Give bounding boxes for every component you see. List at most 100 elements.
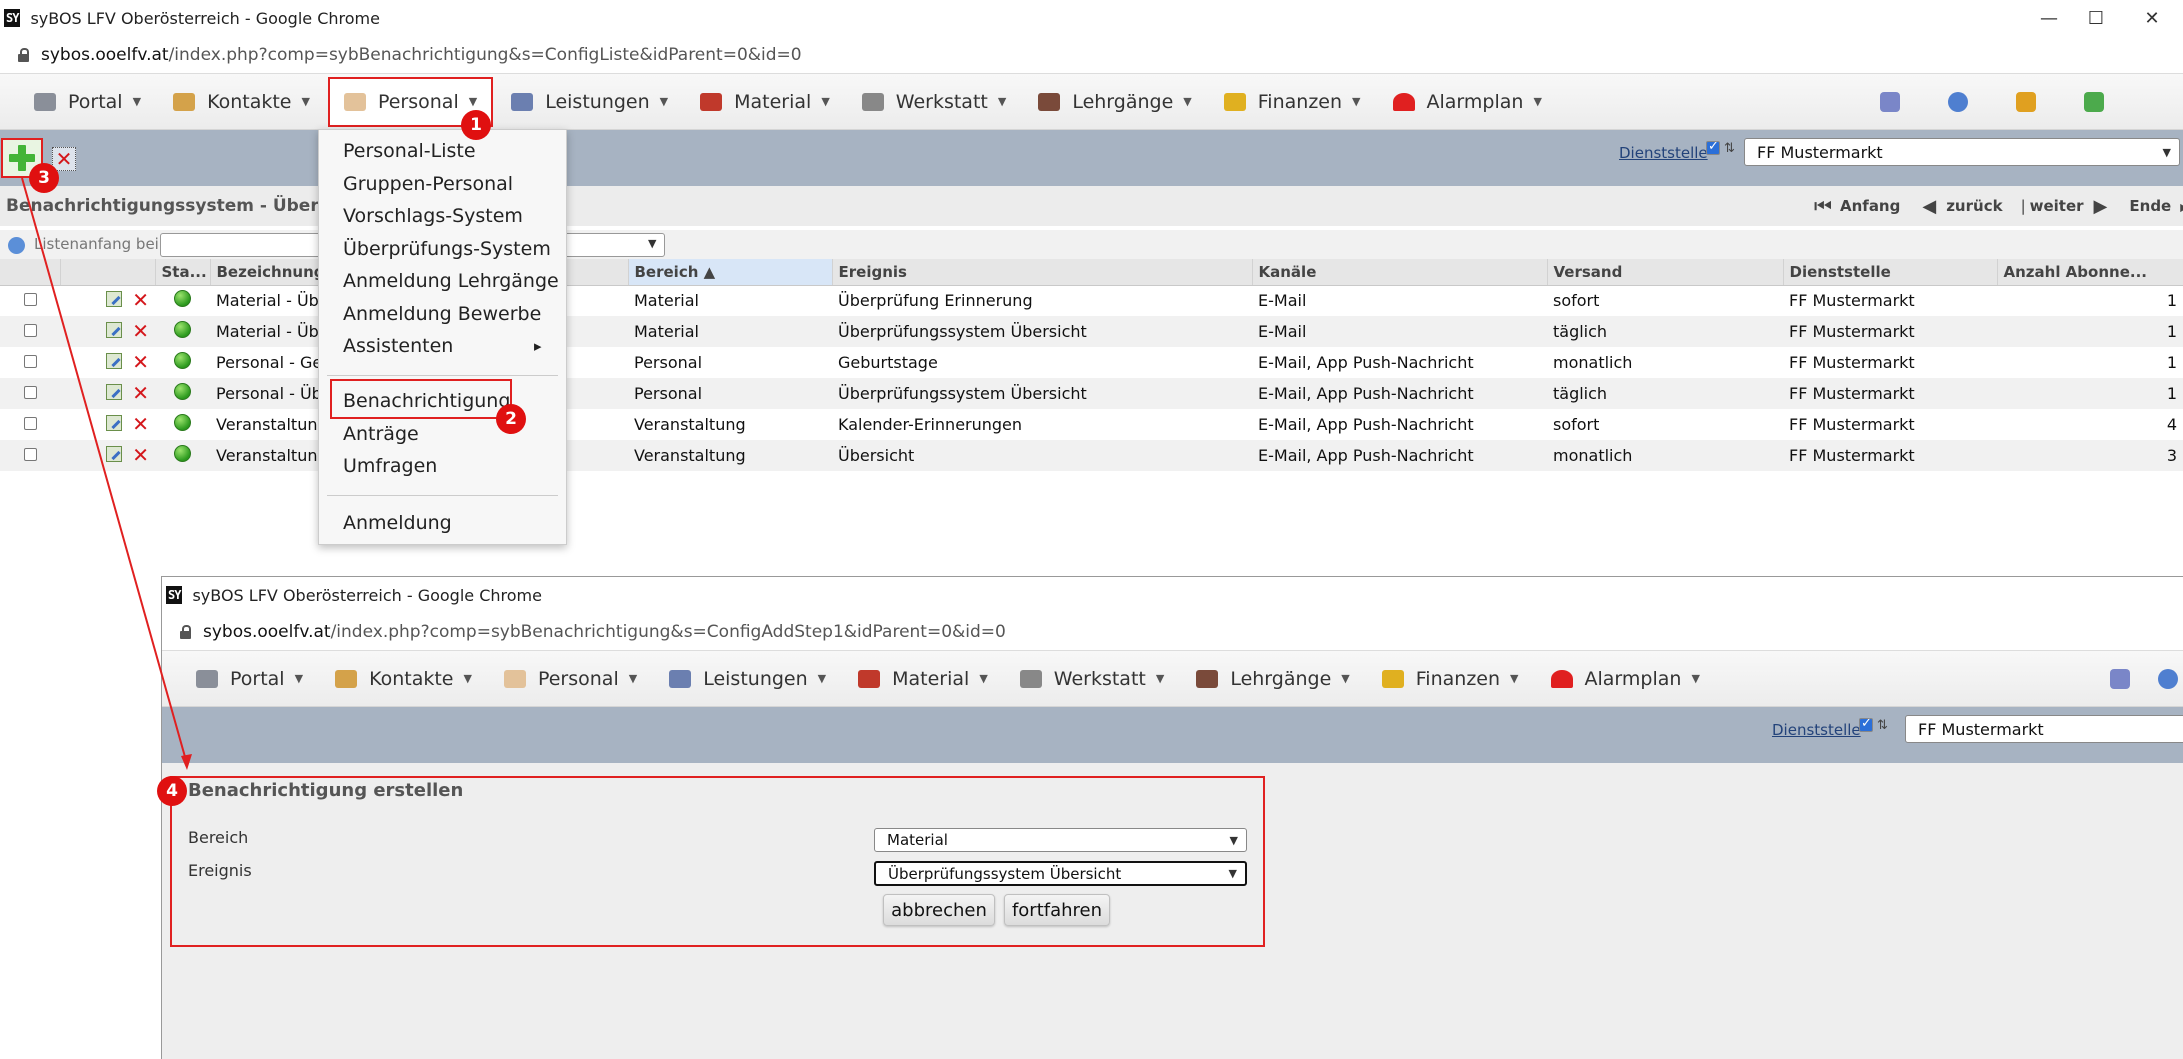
delete-icon[interactable]: ✕ <box>132 321 149 341</box>
logout-icon[interactable] <box>2084 92 2104 112</box>
nav-alarmplan[interactable]: Alarmplan ▼ <box>1379 77 1556 127</box>
edit-icon[interactable] <box>106 383 123 400</box>
status-active-icon <box>174 321 191 338</box>
maximize-button[interactable]: ☐ <box>2065 0 2127 36</box>
delete-icon[interactable]: ✕ <box>132 290 149 310</box>
nav-alarmplan[interactable]: Alarmplan ▼ <box>1537 654 1714 704</box>
nav-kontakte[interactable]: Kontakte ▼ <box>321 654 486 704</box>
network-icon[interactable] <box>2110 669 2130 689</box>
first-page-icon[interactable]: ⏮ <box>1814 194 1832 218</box>
dienststelle-value: FF Mustermarkt <box>1918 719 2044 739</box>
menu-item-gruppen-personal[interactable]: Gruppen-Personal <box>343 173 513 195</box>
nav-leistungen[interactable]: Leistungen ▼ <box>497 77 682 127</box>
row-checkbox[interactable] <box>23 324 37 337</box>
col-status[interactable]: Sta... <box>155 259 211 286</box>
dienststelle-select[interactable]: FF Mustermarkt <box>1905 715 2183 743</box>
menu-item-vorschlags-system[interactable]: Vorschlags-System <box>343 205 523 227</box>
edit-icon[interactable] <box>106 290 123 307</box>
nav-personal[interactable]: Personal ▼ <box>490 654 651 704</box>
nav-werkstatt[interactable]: Werkstatt ▼ <box>848 77 1021 127</box>
sybos-logo: SY <box>4 9 21 27</box>
pager-next[interactable]: weiter <box>2030 197 2084 215</box>
col-versand[interactable]: Versand <box>1547 259 1784 286</box>
row-checkbox[interactable] <box>23 448 37 461</box>
nav-portal[interactable]: Portal ▼ <box>182 654 317 704</box>
last-page-icon[interactable]: ⏭ <box>2179 194 2183 218</box>
chevron-down-icon: ▼ <box>979 672 988 685</box>
row-checkbox[interactable] <box>23 355 37 368</box>
nav-label: Personal <box>537 667 619 690</box>
delete-icon[interactable]: ✕ <box>132 445 149 465</box>
menu-item-anmeldung-lehrgaenge[interactable]: Anmeldung Lehrgänge <box>343 270 559 292</box>
nav-kontakte[interactable]: Kontakte ▼ <box>159 77 324 127</box>
edit-icon[interactable] <box>106 414 123 431</box>
delete-icon[interactable]: ✕ <box>132 414 149 434</box>
delete-button[interactable]: ✕ <box>52 147 76 171</box>
cell-versand: täglich <box>1547 378 1783 409</box>
tree-icon[interactable]: ⇅ <box>1724 141 1735 156</box>
url-host: sybos.ooelfv.at <box>41 44 169 65</box>
money-icon <box>1381 669 1404 688</box>
address-bar[interactable]: sybos.ooelfv.at/index.php?comp=sybBenach… <box>0 36 2183 74</box>
dienststelle-link[interactable]: Dienststelle <box>1619 144 1708 162</box>
step-badge-4: 4 <box>157 776 187 806</box>
person-icon <box>503 669 526 688</box>
delete-icon[interactable]: ✕ <box>132 352 149 372</box>
chevron-down-icon: ▼ <box>1691 672 1700 685</box>
help-icon[interactable] <box>8 237 25 254</box>
info-icon[interactable] <box>2158 669 2178 689</box>
col-kanaele[interactable]: Kanäle <box>1252 259 1548 286</box>
tree-icon[interactable]: ⇅ <box>1877 718 1888 733</box>
nav-portal[interactable]: Portal ▼ <box>20 77 155 127</box>
info-icon[interactable] <box>1948 92 1968 112</box>
col-anzahl[interactable]: Anzahl Abonne... <box>1997 259 2183 286</box>
cell-ereignis: Überprüfungssystem Übersicht <box>832 316 1252 347</box>
nav-lehrgaenge[interactable]: Lehrgänge ▼ <box>1024 77 1205 127</box>
edit-icon[interactable] <box>106 321 123 338</box>
url-host: sybos.ooelfv.at <box>203 621 331 642</box>
menu-item-anmeldung-bewerbe[interactable]: Anmeldung Bewerbe <box>343 303 541 325</box>
prev-page-icon[interactable]: ◀ <box>1922 196 1936 217</box>
pager-first[interactable]: Anfang <box>1840 197 1900 215</box>
row-checkbox[interactable] <box>23 293 37 307</box>
col-bereich[interactable]: Bereich ▲ <box>628 259 833 286</box>
dienststelle-select[interactable]: FF Mustermarkt ▼ <box>1744 138 2180 166</box>
nav-leistungen[interactable]: Leistungen ▼ <box>655 654 840 704</box>
chevron-down-icon[interactable]: ▼ <box>648 237 656 250</box>
cell-bereich: Material <box>634 291 699 311</box>
row-checkbox[interactable] <box>23 386 37 399</box>
edit-icon[interactable] <box>106 445 123 462</box>
col-dienststelle[interactable]: Dienststelle <box>1783 259 1998 286</box>
dienststelle-checkbox[interactable] <box>1706 139 1720 155</box>
col-ereignis[interactable]: Ereignis <box>832 259 1253 286</box>
cell-ereignis: Überprüfung Erinnerung <box>838 291 1033 311</box>
nav-lehrgaenge[interactable]: Lehrgänge ▼ <box>1182 654 1363 704</box>
menu-item-anmeldung[interactable]: Anmeldung <box>343 512 452 534</box>
nav-finanzen[interactable]: Finanzen ▼ <box>1368 654 1533 704</box>
cell-versand: sofort <box>1553 415 1600 434</box>
network-icon[interactable] <box>1880 92 1900 112</box>
pager-last[interactable]: Ende <box>2129 197 2171 215</box>
delete-icon[interactable]: ✕ <box>132 383 149 403</box>
menu-item-personal-liste[interactable]: Personal-Liste <box>343 140 476 162</box>
cell-dienststelle: FF Mustermarkt <box>1783 316 1997 347</box>
menu-item-antraege[interactable]: Anträge <box>343 423 419 445</box>
nav-label: Leistungen <box>703 667 808 690</box>
dienststelle-checkbox[interactable] <box>1859 716 1873 732</box>
menu-item-umfragen[interactable]: Umfragen <box>343 455 437 477</box>
address-bar[interactable]: sybos.ooelfv.at/index.php?comp=sybBenach… <box>162 613 2183 651</box>
next-page-icon[interactable]: ▶ <box>2094 196 2108 217</box>
nav-finanzen[interactable]: Finanzen ▼ <box>1210 77 1375 127</box>
pager-prev[interactable]: zurück <box>1946 197 2002 215</box>
title-bar: SY syBOS LFV Oberösterreich - Google Chr… <box>0 0 2183 36</box>
edit-icon[interactable] <box>106 352 123 369</box>
nav-material[interactable]: Material ▼ <box>844 654 1002 704</box>
close-button[interactable]: ✕ <box>2121 0 2183 36</box>
row-checkbox[interactable] <box>23 417 37 430</box>
menu-item-assistenten[interactable]: Assistenten <box>343 335 453 357</box>
nav-material[interactable]: Material ▼ <box>686 77 844 127</box>
phone-icon[interactable] <box>2016 92 2036 112</box>
dienststelle-link[interactable]: Dienststelle <box>1772 721 1861 739</box>
nav-werkstatt[interactable]: Werkstatt ▼ <box>1006 654 1179 704</box>
menu-item-ueberpruefungs-system[interactable]: Überprüfungs-System <box>343 238 551 260</box>
